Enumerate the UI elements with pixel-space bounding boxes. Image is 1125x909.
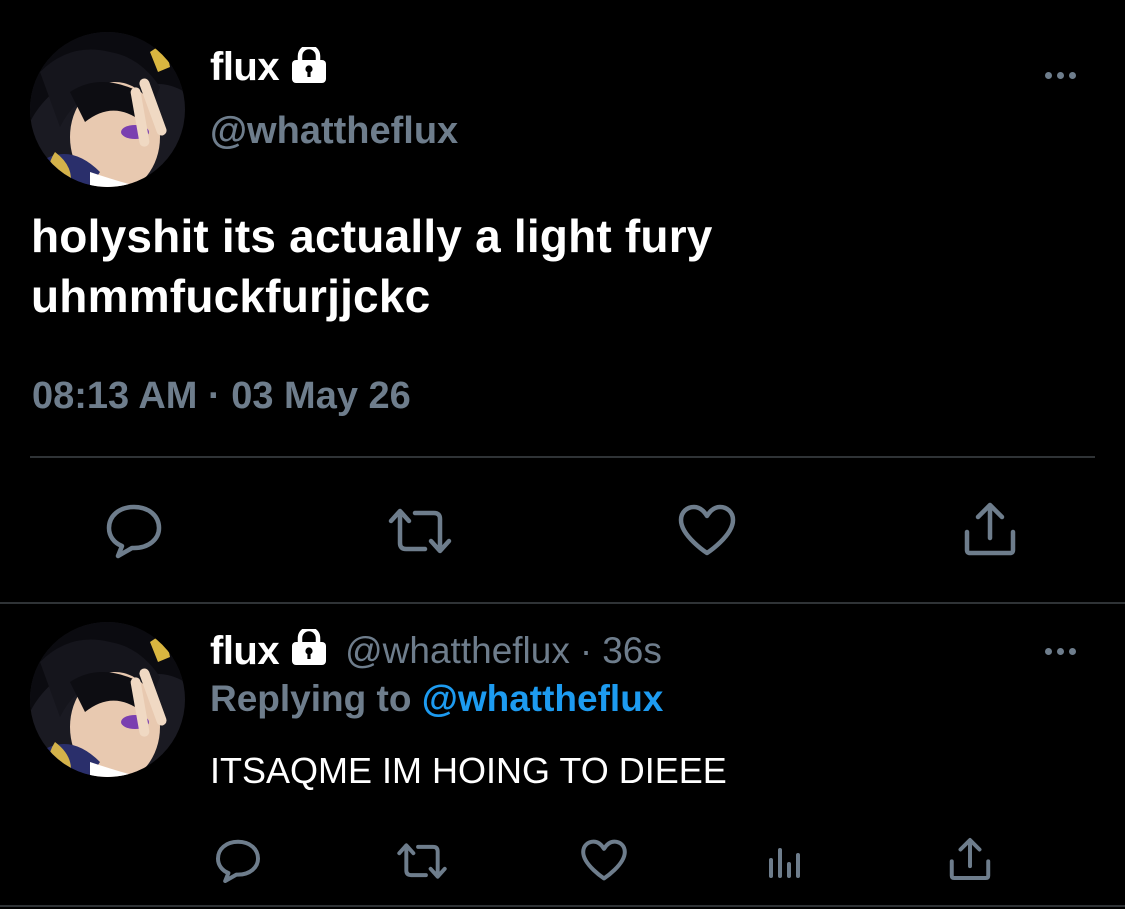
- replying-to-prefix: Replying to: [210, 678, 412, 719]
- reply-avatar[interactable]: [30, 622, 185, 777]
- section-divider: [0, 602, 1125, 604]
- tweet-text-line2: uhmmfuckfurjjckc: [31, 270, 431, 322]
- tweet-timestamp[interactable]: 08:13 AM · 03 May 26: [32, 375, 411, 418]
- bottom-divider: [0, 905, 1125, 907]
- more-icon[interactable]: [1045, 644, 1076, 658]
- reply-age: 36s: [602, 630, 662, 671]
- reply-separator: ·: [579, 630, 593, 671]
- avatar[interactable]: [30, 32, 185, 187]
- reply-header: flux @whattheflux · 36s: [210, 626, 662, 674]
- avatar-image: [30, 622, 185, 777]
- replying-to: Replying to @whattheflux: [210, 678, 663, 720]
- lock-icon: [289, 44, 329, 88]
- lock-icon: [289, 626, 329, 674]
- reply-author-name[interactable]: flux: [210, 629, 280, 674]
- tweet-time: 08:13 AM: [32, 375, 198, 417]
- avatar-image: [30, 32, 185, 187]
- reply-author-handle[interactable]: @whattheflux: [345, 630, 570, 672]
- share-icon[interactable]: [946, 836, 994, 882]
- tweet-text: holyshit its actually a light fury uhmmf…: [31, 206, 1091, 326]
- like-icon[interactable]: [580, 838, 628, 882]
- tweet-date: 03 May 26: [231, 375, 411, 417]
- author-handle[interactable]: @whattheflux: [210, 110, 458, 153]
- share-icon[interactable]: [960, 500, 1020, 558]
- more-icon[interactable]: [1045, 68, 1076, 82]
- author-name-row: flux: [210, 44, 329, 90]
- reply-text: ITSAQME IM HOING TO DIEEE: [210, 750, 727, 791]
- meta-separator: ·: [208, 375, 221, 417]
- author-name[interactable]: flux: [210, 45, 280, 90]
- retweet-icon[interactable]: [383, 505, 457, 557]
- tweet-text-line1: holyshit its actually a light fury: [31, 210, 713, 262]
- analytics-icon[interactable]: [765, 840, 805, 880]
- divider: [30, 456, 1095, 458]
- replying-to-mention[interactable]: @whattheflux: [422, 678, 664, 719]
- like-icon[interactable]: [677, 503, 737, 557]
- reply-icon[interactable]: [104, 503, 164, 559]
- reply-icon[interactable]: [214, 838, 262, 884]
- retweet-icon[interactable]: [393, 840, 451, 882]
